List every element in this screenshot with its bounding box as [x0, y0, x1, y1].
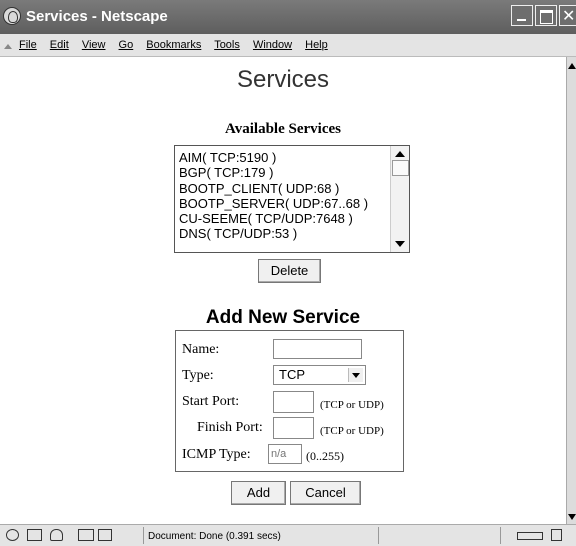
- netscape-icon: [3, 7, 21, 25]
- list-item[interactable]: BGP( TCP:179 ): [179, 165, 409, 180]
- type-label: Type:: [182, 368, 214, 383]
- navigator-icon[interactable]: [6, 529, 19, 541]
- page-title: Services: [236, 66, 330, 93]
- menu-bar: File Edit View Go Bookmarks Tools Window…: [0, 34, 576, 57]
- page-scrollbar[interactable]: [566, 57, 576, 524]
- status-divider: [500, 527, 501, 544]
- services-listbox[interactable]: AIM( TCP:5190 ) BGP( TCP:179 ) BOOTP_CLI…: [174, 145, 410, 253]
- title-bar: Services - Netscape: [0, 0, 576, 34]
- scroll-up-icon[interactable]: [395, 151, 405, 157]
- scroll-up-icon[interactable]: [568, 63, 576, 69]
- chat-icon[interactable]: [98, 529, 112, 541]
- menu-bookmarks[interactable]: Bookmarks: [146, 39, 201, 51]
- page-content: Services Available Services AIM( TCP:519…: [0, 57, 566, 524]
- status-bar: Document: Done (0.391 secs): [0, 524, 576, 546]
- finish-port-label: Finish Port:: [197, 420, 263, 435]
- start-port-field[interactable]: [273, 391, 314, 413]
- toolbar-grip-icon[interactable]: [4, 44, 12, 49]
- list-item[interactable]: DNS( TCP/UDP:53 ): [179, 226, 409, 241]
- list-item[interactable]: AIM( TCP:5190 ): [179, 150, 409, 165]
- menu-window[interactable]: Window: [253, 39, 292, 51]
- type-select-value: TCP: [279, 367, 305, 382]
- menu-help[interactable]: Help: [305, 39, 328, 51]
- type-select[interactable]: TCP: [273, 365, 366, 385]
- status-text: Document: Done (0.391 secs): [148, 531, 281, 542]
- add-service-form: Name: Type: TCP Start Port: (TCP or UDP)…: [175, 330, 404, 472]
- finish-port-hint: (TCP or UDP): [320, 425, 384, 437]
- composer-icon[interactable]: [50, 529, 63, 541]
- minimize-button[interactable]: [511, 5, 533, 26]
- scroll-down-icon[interactable]: [395, 241, 405, 247]
- lock-icon: [551, 529, 562, 541]
- delete-button[interactable]: Delete: [258, 259, 321, 283]
- list-item[interactable]: BOOTP_SERVER( UDP:67..68 ): [179, 196, 409, 211]
- list-item[interactable]: CU-SEEME( TCP/UDP:7648 ): [179, 211, 409, 226]
- maximize-button[interactable]: [535, 5, 557, 26]
- menu-tools[interactable]: Tools: [214, 39, 240, 51]
- chevron-down-icon[interactable]: [348, 368, 363, 382]
- start-port-hint: (TCP or UDP): [320, 399, 384, 411]
- mail-icon[interactable]: [27, 529, 42, 541]
- available-services-heading: Available Services: [225, 121, 341, 137]
- connection-icon: [517, 532, 543, 540]
- menu-file[interactable]: File: [19, 39, 37, 51]
- menu-go[interactable]: Go: [119, 39, 134, 51]
- close-button[interactable]: [559, 5, 576, 26]
- add-button[interactable]: Add: [231, 481, 286, 505]
- icmp-type-field[interactable]: [268, 444, 302, 464]
- scroll-thumb[interactable]: [392, 160, 409, 176]
- window-title: Services - Netscape: [26, 8, 168, 25]
- status-divider: [378, 527, 379, 544]
- address-book-icon[interactable]: [78, 529, 94, 541]
- menu-edit[interactable]: Edit: [50, 39, 69, 51]
- finish-port-field[interactable]: [273, 417, 314, 439]
- menu-view[interactable]: View: [82, 39, 106, 51]
- start-port-label: Start Port:: [182, 394, 240, 409]
- icmp-type-hint: (0..255): [306, 449, 344, 463]
- cancel-button[interactable]: Cancel: [290, 481, 361, 505]
- icmp-type-label: ICMP Type:: [182, 447, 251, 462]
- add-service-heading: Add New Service: [205, 307, 361, 328]
- scroll-down-icon[interactable]: [568, 514, 576, 520]
- listbox-scrollbar[interactable]: [390, 146, 409, 252]
- list-item[interactable]: BOOTP_CLIENT( UDP:68 ): [179, 181, 409, 196]
- name-label: Name:: [182, 342, 220, 357]
- status-divider: [143, 527, 144, 544]
- name-field[interactable]: [273, 339, 362, 359]
